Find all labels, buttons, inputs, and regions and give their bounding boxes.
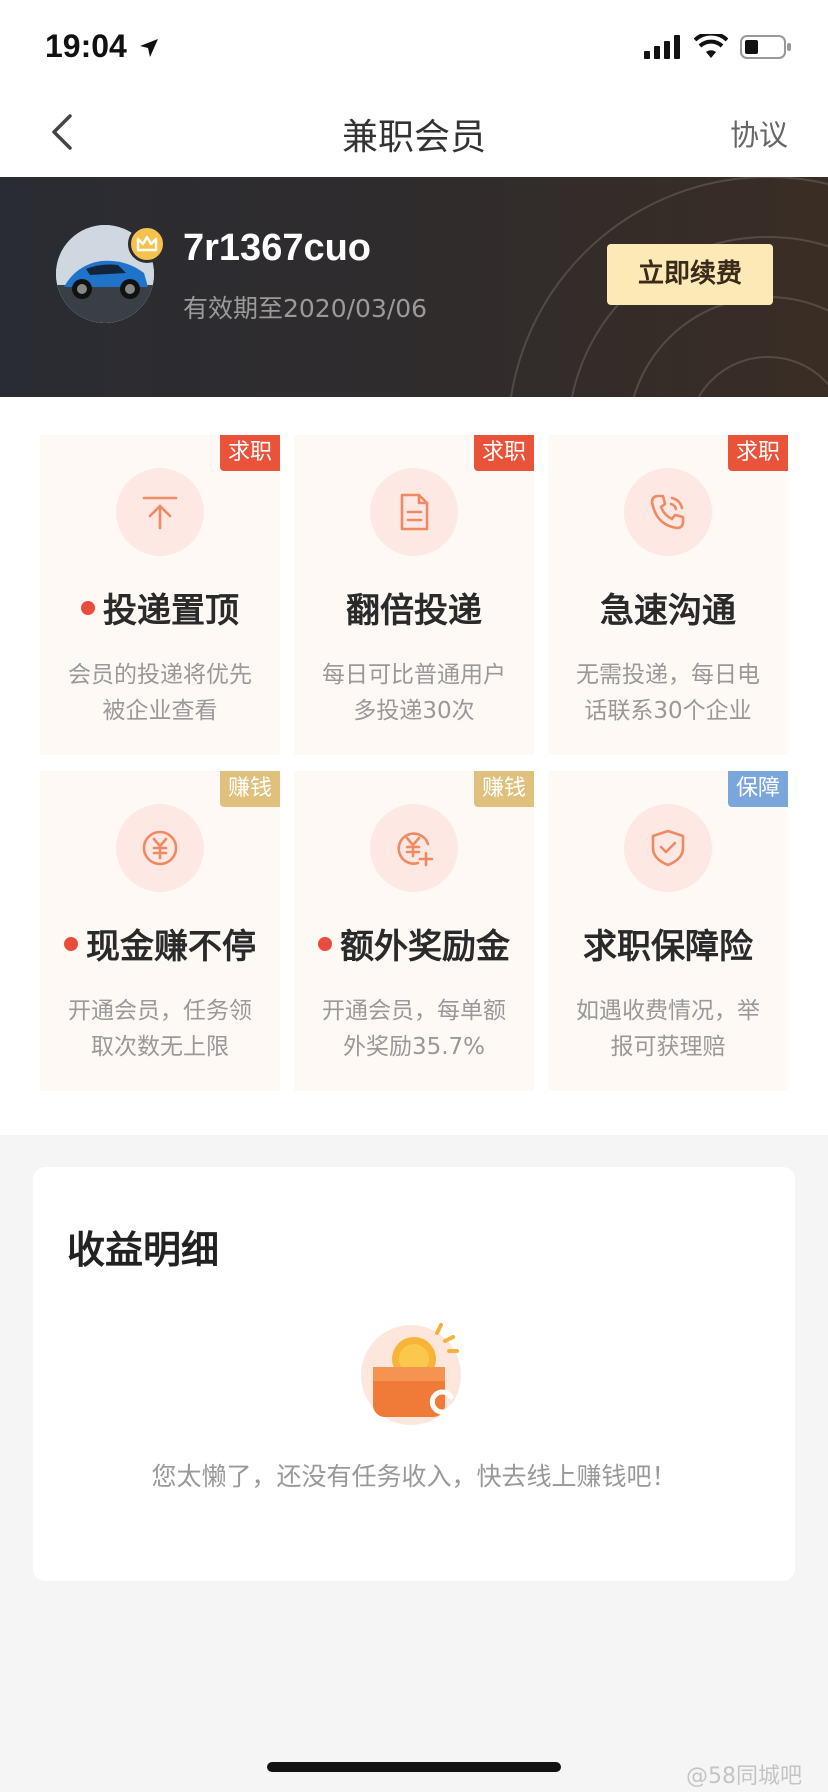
phone-icon [650,494,685,530]
red-dot-indicator [64,936,78,951]
benefit-title: 急速沟通 [548,583,788,632]
icon-badge [116,804,204,892]
location-arrow-icon [139,39,158,57]
red-dot-indicator [318,936,332,951]
wifi-icon [694,34,728,58]
benefit-description-line: 开通会员，每单额 [322,998,506,1024]
wallet-coin-icon [361,1323,461,1425]
benefit-card-double-delivery[interactable]: 求职 翻倍投递 每日可比普通用户 多投递30次 [294,435,534,755]
membership-expiry: 有效期至2020/03/06 [183,294,428,323]
member-banner: 7r1367cuo 有效期至2020/03/06 立即续费 [0,177,828,397]
category-tag: 求职 [219,435,280,471]
icon-badge [370,468,458,556]
benefit-description-line: 每日可比普通用户 [322,662,506,688]
status-time: 19:04 [45,28,160,65]
benefit-title: 额外奖励金 [294,919,534,968]
benefit-title-text: 现金赚不停 [86,927,256,967]
empty-income-message: 您太懒了，还没有任务收入，快去线上赚钱吧！ [151,1462,677,1491]
icon-badge [116,468,204,556]
benefit-description-line: 外奖励35.7% [342,1034,486,1060]
status-bar: 19:04 [0,0,828,90]
page-title: 兼职会员 [341,117,486,158]
benefit-description-line: 开通会员，任务领 [68,998,252,1024]
crown-icon [136,235,158,252]
benefit-description: 每日可比普通用户 多投递30次 [314,657,514,729]
cellular-signal-icon [644,35,680,59]
watermark: @58同城吧 [686,1764,802,1789]
benefit-title: 投递置顶 [40,583,280,632]
icon-badge [624,468,712,556]
shield-check-icon [651,829,685,867]
benefit-card-extra-bonus[interactable]: 赚钱 额外奖励金 开通会员，每单额 外奖励35.7% [294,771,534,1091]
icon-badge [624,804,712,892]
benefit-title: 现金赚不停 [40,919,280,968]
benefit-card-cash-earning[interactable]: 赚钱 现金赚不停 开通会员，任务领 取次数无上限 [40,771,280,1091]
benefit-title-text: 求职保障险 [583,927,753,967]
benefit-title: 求职保障险 [548,919,788,968]
benefit-card-priority-delivery[interactable]: 求职 投递置顶 会员的投递将优先 被企业查看 [40,435,280,755]
benefit-description-line: 话联系30个企业 [584,698,752,724]
icon-badge [370,804,458,892]
income-title: 收益明细 [67,1228,220,1272]
benefits-grid: 求职 投递置顶 会员的投递将优先 被企业查看 求职 翻倍投递 每日可比普通用户 … [0,397,828,1135]
category-tag: 赚钱 [219,771,280,807]
benefit-description-line: 报可获理赔 [610,1034,726,1060]
battery-icon [740,35,791,59]
agreement-link[interactable]: 协议 [730,112,788,154]
username: 7r1367cuo [183,227,372,269]
status-time-text: 19:04 [45,28,127,64]
benefit-title-text: 额外奖励金 [340,927,510,967]
category-tag: 赚钱 [473,771,534,807]
benefit-card-fast-contact[interactable]: 求职 急速沟通 无需投递，每日电 话联系30个企业 [548,435,788,755]
benefit-title-text: 翻倍投递 [346,591,482,631]
arrow-up-top-icon [142,496,178,530]
category-tag: 求职 [473,435,534,471]
benefit-title-text: 急速沟通 [600,591,736,631]
document-icon [400,493,429,531]
category-tag: 求职 [727,435,788,471]
benefit-description: 会员的投递将优先 被企业查看 [60,657,260,729]
benefit-description: 开通会员，每单额 外奖励35.7% [314,993,514,1065]
benefit-description-line: 多投递30次 [353,698,475,724]
benefit-description: 无需投递，每日电 话联系30个企业 [568,657,768,729]
benefit-description-line: 无需投递，每日电 [576,662,760,688]
renew-button[interactable]: 立即续费 [607,244,773,305]
nav-bar: 兼职会员 协议 [0,90,828,177]
benefit-description: 如遇收费情况，举 报可获理赔 [568,993,768,1065]
benefit-description: 开通会员，任务领 取次数无上限 [60,993,260,1065]
home-indicator[interactable] [267,1762,561,1772]
benefit-description-line: 如遇收费情况，举 [576,998,760,1024]
benefit-card-job-insurance[interactable]: 保障 求职保障险 如遇收费情况，举 报可获理赔 [548,771,788,1091]
crown-badge [128,225,166,263]
yuan-plus-icon [397,832,434,867]
red-dot-indicator [81,600,95,615]
benefit-title: 翻倍投递 [294,583,534,632]
yuan-coin-icon [142,830,178,866]
benefit-description-line: 被企业查看 [102,698,218,724]
benefit-title-text: 投递置顶 [103,591,239,631]
income-details-card: 收益明细 您太懒了，还没有任务收入，快去线上赚钱吧！ [33,1167,795,1581]
benefit-description-line: 会员的投递将优先 [68,662,252,688]
category-tag: 保障 [727,771,788,807]
status-icons [644,34,792,60]
benefit-description-line: 取次数无上限 [91,1034,229,1060]
